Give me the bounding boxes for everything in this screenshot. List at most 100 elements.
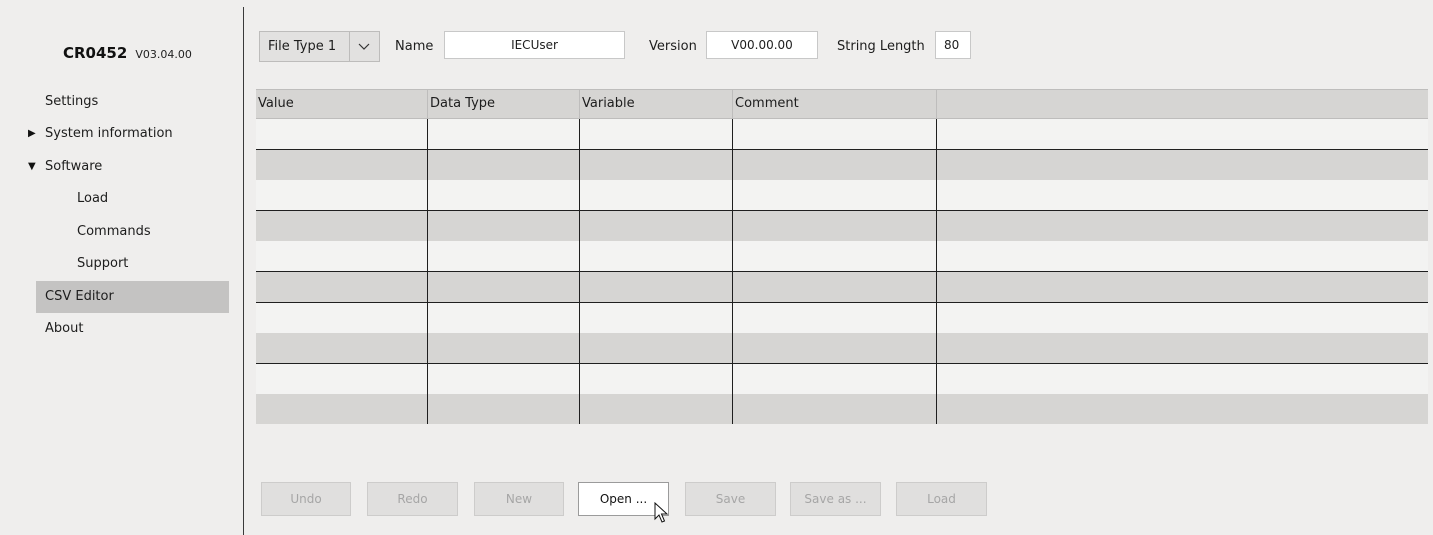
table-cell-data-type[interactable] (428, 272, 580, 302)
table-cell-extra[interactable] (937, 150, 1428, 180)
save-button[interactable]: Save (685, 482, 776, 516)
sidebar-item-load[interactable]: Load (70, 183, 229, 215)
sidebar-item-label: Settings (45, 94, 99, 109)
table-cell-comment[interactable] (733, 333, 937, 364)
table-row[interactable] (256, 241, 1428, 273)
table-cell-extra[interactable] (937, 303, 1428, 333)
undo-button[interactable]: Undo (261, 482, 351, 516)
table-row[interactable] (256, 333, 1428, 365)
table-cell-data-type[interactable] (428, 180, 580, 211)
table-cell-data-type[interactable] (428, 149, 580, 180)
table-row[interactable] (256, 302, 1428, 334)
sidebar: CR0452 V03.04.00 Settings ▶ System infor… (0, 0, 243, 535)
table-cell-variable[interactable] (580, 363, 733, 394)
triangle-right-icon[interactable]: ▶ (28, 118, 36, 150)
table-cell-data-type[interactable] (428, 210, 580, 241)
version-label: Version (649, 39, 697, 54)
table-cell-extra[interactable] (937, 119, 1428, 149)
file-type-select[interactable]: File Type 1 (259, 31, 380, 62)
table-cell-data-type[interactable] (428, 333, 580, 364)
table-cell-extra[interactable] (937, 180, 1428, 210)
table-cell-comment[interactable] (733, 394, 937, 425)
column-header-value[interactable]: Value (256, 90, 428, 118)
table-cell-value[interactable] (256, 302, 428, 333)
column-header-data-type[interactable]: Data Type (428, 90, 580, 118)
table-cell-variable[interactable] (580, 210, 733, 241)
table-cell-value[interactable] (256, 394, 428, 425)
table-row[interactable] (256, 363, 1428, 395)
table-row[interactable] (256, 149, 1428, 181)
table-cell-data-type[interactable] (428, 302, 580, 333)
table-cell-value[interactable] (256, 363, 428, 394)
table-cell-variable[interactable] (580, 149, 733, 180)
sidebar-item-software[interactable]: ▼ Software (28, 151, 229, 183)
table-cell-data-type[interactable] (428, 119, 580, 149)
sidebar-item-label: About (45, 321, 84, 336)
mouse-cursor-icon (654, 502, 669, 523)
table-cell-comment[interactable] (733, 272, 937, 302)
table-cell-variable[interactable] (580, 119, 733, 149)
name-label: Name (395, 39, 434, 54)
table-cell-comment[interactable] (733, 149, 937, 180)
table-cell-data-type[interactable] (428, 394, 580, 425)
file-type-value: File Type 1 (268, 39, 337, 54)
sidebar-item-csv-editor[interactable]: CSV Editor (36, 281, 229, 313)
table-cell-extra[interactable] (937, 211, 1428, 241)
table-cell-value[interactable] (256, 149, 428, 180)
sidebar-item-commands[interactable]: Commands (70, 216, 229, 248)
load-button[interactable]: Load (896, 482, 987, 516)
table-cell-data-type[interactable] (428, 363, 580, 394)
sidebar-item-label: CSV Editor (45, 289, 114, 304)
table-cell-variable[interactable] (580, 180, 733, 211)
new-button[interactable]: New (474, 482, 564, 516)
table-row[interactable] (256, 119, 1428, 150)
table-cell-value[interactable] (256, 333, 428, 364)
table-cell-variable[interactable] (580, 241, 733, 272)
table-cell-value[interactable] (256, 272, 428, 302)
name-input[interactable]: IECUser (444, 31, 625, 59)
sidebar-item-settings[interactable]: Settings (36, 86, 229, 118)
table-cell-extra[interactable] (937, 333, 1428, 363)
redo-button[interactable]: Redo (367, 482, 458, 516)
string-length-label: String Length (837, 39, 925, 54)
table-cell-variable[interactable] (580, 394, 733, 425)
table-cell-extra[interactable] (937, 364, 1428, 394)
table-cell-extra[interactable] (937, 241, 1428, 271)
triangle-down-icon[interactable]: ▼ (28, 151, 36, 183)
table-cell-extra[interactable] (937, 394, 1428, 424)
table-cell-comment[interactable] (733, 241, 937, 272)
sidebar-item-label: Load (77, 191, 109, 206)
table-cell-value[interactable] (256, 241, 428, 272)
column-header-variable[interactable]: Variable (580, 90, 733, 118)
table-cell-value[interactable] (256, 210, 428, 241)
sidebar-item-about[interactable]: About (36, 313, 229, 345)
column-header-extra (937, 90, 1428, 118)
table-row[interactable] (256, 394, 1428, 425)
save-as-button[interactable]: Save as ... (790, 482, 881, 516)
table-cell-extra[interactable] (937, 272, 1428, 302)
column-header-comment[interactable]: Comment (733, 90, 937, 118)
version-input[interactable]: V00.00.00 (706, 31, 818, 59)
table-row[interactable] (256, 272, 1428, 303)
table-cell-comment[interactable] (733, 119, 937, 149)
table-cell-comment[interactable] (733, 180, 937, 211)
chevron-down-icon[interactable] (358, 41, 370, 51)
table-cell-data-type[interactable] (428, 241, 580, 272)
table-cell-value[interactable] (256, 180, 428, 211)
sidebar-item-support[interactable]: Support (70, 248, 229, 280)
device-name: CR0452 (63, 44, 128, 62)
table-row[interactable] (256, 210, 1428, 242)
table-cell-comment[interactable] (733, 302, 937, 333)
table-cell-variable[interactable] (580, 272, 733, 302)
sidebar-item-system-information[interactable]: ▶ System information (28, 118, 229, 150)
sidebar-divider (243, 7, 244, 535)
table-cell-comment[interactable] (733, 210, 937, 241)
device-version: V03.04.00 (135, 48, 192, 61)
table-cell-value[interactable] (256, 119, 428, 149)
table-cell-comment[interactable] (733, 363, 937, 394)
sidebar-item-label: System information (45, 126, 173, 141)
table-cell-variable[interactable] (580, 333, 733, 364)
table-cell-variable[interactable] (580, 302, 733, 333)
table-row[interactable] (256, 180, 1428, 212)
string-length-input[interactable]: 80 (935, 31, 971, 59)
